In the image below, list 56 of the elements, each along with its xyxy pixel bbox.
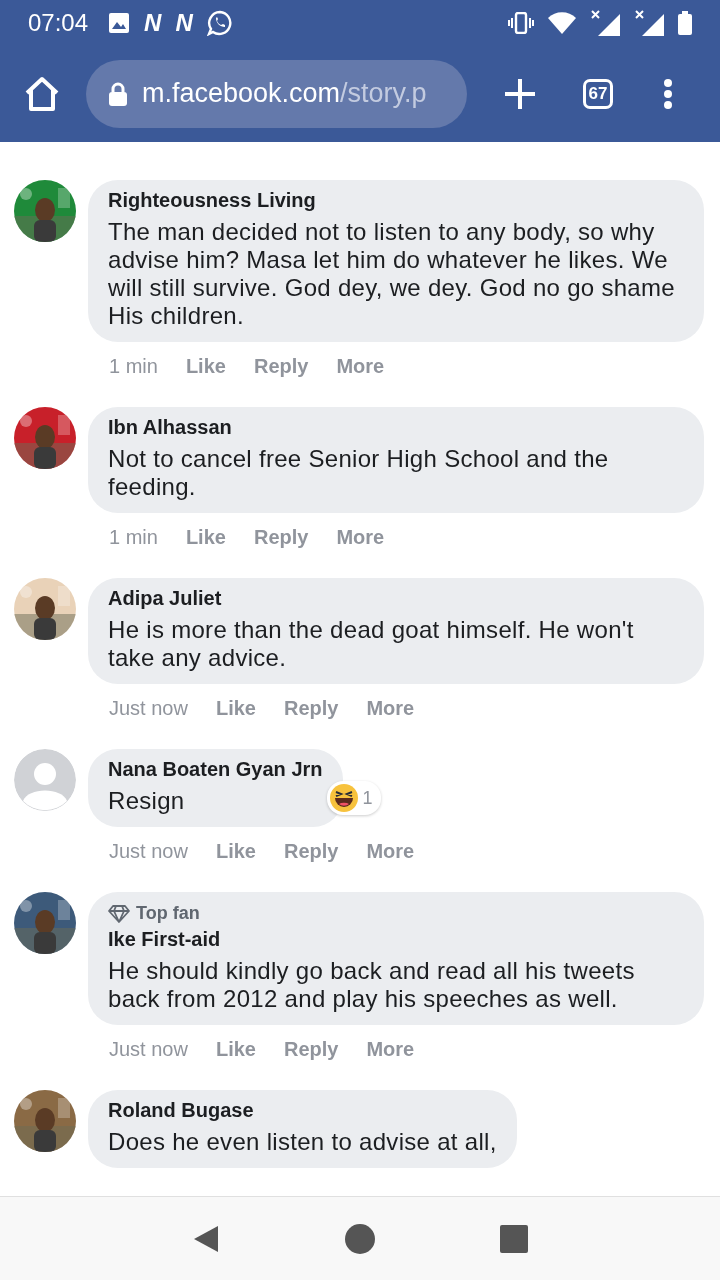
clock: 07:04 — [28, 8, 89, 37]
default-avatar-icon — [14, 749, 76, 811]
comment-action-button[interactable]: Like — [185, 525, 226, 549]
author-name[interactable]: Ibn Alhassan — [108, 416, 684, 439]
comment-action-button[interactable]: Reply — [283, 696, 339, 720]
author-name[interactable]: Righteousness Living — [108, 189, 684, 212]
comment-text: The man decided not to listen to any body, so why advise him? Masa let him do whatever he likes. We will still survive. God dey, we dey. God no go shame His children. — [108, 218, 676, 330]
comment-time: 1 min — [109, 525, 158, 549]
comment-action-button[interactable]: Reply — [253, 525, 309, 549]
reaction-badge[interactable]: 1 — [326, 781, 381, 815]
lock-icon — [108, 81, 128, 106]
comment-action-button[interactable]: More — [336, 525, 385, 549]
chat-icon — [206, 9, 233, 36]
signal-icon — [634, 9, 664, 36]
author-name[interactable]: Nana Boaten Gyan Jrn — [108, 758, 323, 781]
comment-time: Just now — [109, 839, 188, 863]
tab-count-button[interactable]: 67 — [583, 78, 613, 109]
comment-action-button[interactable]: More — [366, 1037, 415, 1061]
comment-text: He is more than the dead goat himself. He won't take any advice. — [108, 616, 635, 672]
comment-action-button[interactable]: More — [336, 354, 385, 378]
top-fan-label: Top fan — [136, 903, 200, 924]
author-name[interactable]: Adipa Juliet — [108, 587, 684, 610]
laughing-emoji-icon — [328, 783, 359, 813]
url-text: m.facebook.com/story.p — [142, 78, 427, 109]
home-button-icon[interactable] — [344, 1223, 376, 1255]
image-icon — [108, 11, 131, 34]
diamond-icon — [108, 904, 130, 923]
comment-time: Just now — [109, 1037, 188, 1061]
vibrate-icon — [508, 11, 534, 34]
comment-time: Just now — [109, 696, 188, 720]
comment-action-button[interactable]: Like — [215, 839, 256, 863]
notification-icon: N — [144, 8, 162, 37]
comment-text: Does he even listen to advise at all, — [108, 1128, 497, 1156]
menu-icon[interactable] — [663, 78, 673, 109]
signal-icon — [590, 9, 620, 36]
notification-icon: N — [175, 8, 193, 37]
comment-action-button[interactable]: Reply — [283, 839, 339, 863]
comment-time: 1 min — [109, 354, 158, 378]
comment-action-button[interactable]: Reply — [283, 1037, 339, 1061]
comment-action-button[interactable]: Like — [185, 354, 226, 378]
address-bar[interactable]: m.facebook.com/story.p — [86, 59, 467, 128]
comment-action-button[interactable]: More — [366, 696, 415, 720]
author-name[interactable]: Roland Bugase — [108, 1099, 497, 1122]
back-icon[interactable] — [192, 1224, 220, 1254]
comment-text: Resign — [108, 787, 186, 815]
comment-action-button[interactable]: More — [366, 839, 415, 863]
comment-action-button[interactable]: Like — [215, 1037, 256, 1061]
comment-text: He should kindly go back and read all his tweets back from 2012 and play his speeches as well. — [108, 957, 636, 1013]
battery-icon — [678, 10, 692, 35]
wifi-icon — [548, 11, 576, 34]
author-name[interactable]: Ike First-aid — [108, 928, 684, 951]
comment-text: Not to cancel free Senior High School and the feeding. — [108, 445, 610, 501]
new-tab-icon[interactable] — [503, 76, 537, 111]
comment-action-button[interactable]: Reply — [253, 354, 309, 378]
comment-action-button[interactable]: Like — [215, 696, 256, 720]
reaction-count: 1 — [362, 787, 373, 809]
